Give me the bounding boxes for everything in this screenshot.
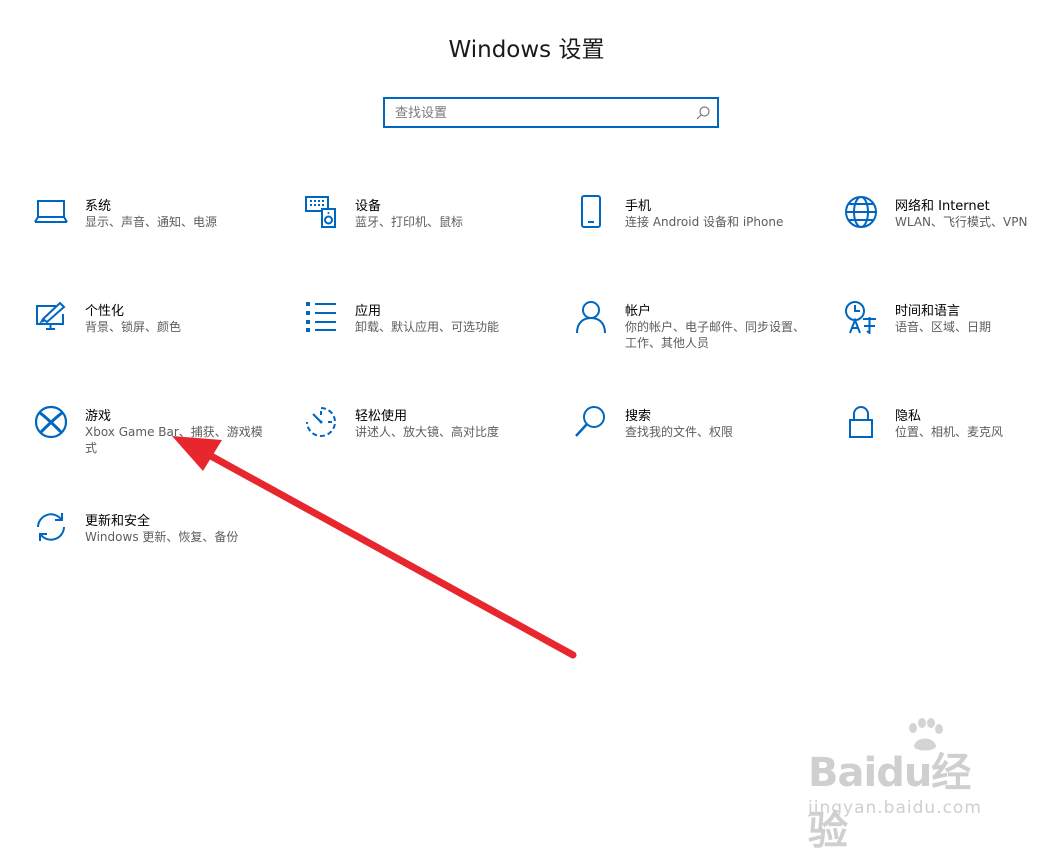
tile-label: 轻松使用 [355,409,408,424]
tile-label: 更新和安全 [85,514,151,529]
tile-update-security[interactable]: 更新和安全 Windows 更新、恢复、备份 [34,510,269,580]
tile-label: 个性化 [85,304,125,319]
search-box[interactable] [383,97,719,128]
tile-description: 连接 Android 设备和 iPhone [625,215,784,229]
tile-label: 应用 [355,304,382,319]
tile-label: 搜索 [625,409,652,424]
tile-description: 卸载、默认应用、可选功能 [355,320,500,334]
tile-description: 语音、区域、日期 [895,320,992,334]
tile-personalization[interactable]: 个性化 背景、锁屏、颜色 [34,300,269,370]
xbox-icon [34,405,68,439]
tile-description: 你的帐户、电子邮件、同步设置、工作、其他人员 [625,320,806,350]
person-icon [574,300,608,334]
tile-description: 显示、声音、通知、电源 [85,215,218,229]
sync-icon [34,510,68,544]
tile-description: 查找我的文件、权限 [625,425,734,439]
tile-label: 手机 [625,199,652,214]
paint-monitor-icon [34,300,68,334]
tile-network-internet[interactable]: 网络和 Internet WLAN、飞行模式、VPN [844,195,1053,265]
tile-search[interactable]: 搜索 查找我的文件、权限 [574,405,809,475]
tile-devices[interactable]: 设备 蓝牙、打印机、鼠标 [304,195,539,265]
tile-description: 蓝牙、打印机、鼠标 [355,215,464,229]
search-magnifier-icon [574,405,608,439]
tile-label: 隐私 [895,409,922,424]
ease-of-access-icon [304,405,338,439]
tile-system[interactable]: 系统 显示、声音、通知、电源 [34,195,269,265]
tile-label: 设备 [355,199,382,214]
tile-label: 帐户 [625,304,652,319]
watermark: Baidu经验 jingyan.baidu.com [808,718,1008,854]
laptop-icon [34,195,68,229]
watermark-logo: Baidu经验 [808,750,971,854]
page-title: Windows 设置 [448,37,605,63]
tile-phone[interactable]: 手机 连接 Android 设备和 iPhone [574,195,809,265]
tile-label: 系统 [85,199,112,214]
tile-apps[interactable]: 应用 卸载、默认应用、可选功能 [304,300,539,370]
tile-description: 位置、相机、麦克风 [895,425,1004,439]
keyboard-speaker-icon [304,195,338,229]
tile-gaming[interactable]: 游戏 Xbox Game Bar、捕获、游戏模式 [34,405,269,475]
tile-label: 游戏 [85,409,112,424]
tile-accounts[interactable]: 帐户 你的帐户、电子邮件、同步设置、工作、其他人员 [574,300,809,370]
tile-description: WLAN、飞行模式、VPN [895,215,1028,229]
tile-label: 时间和语言 [895,304,961,319]
search-icon[interactable] [695,105,711,121]
tile-label: 网络和 Internet [895,199,990,214]
apps-list-icon [304,300,338,334]
watermark-url: jingyan.baidu.com [808,798,982,818]
time-language-icon [844,300,878,334]
tile-description: 背景、锁屏、颜色 [85,320,182,334]
tile-description: Windows 更新、恢复、备份 [85,530,239,544]
tile-time-language[interactable]: 时间和语言 语音、区域、日期 [844,300,1053,370]
tile-description: 讲述人、放大镜、高对比度 [355,425,500,439]
paw-logo-icon [909,718,943,751]
search-input[interactable] [395,102,685,124]
tile-description: Xbox Game Bar、捕获、游戏模式 [85,425,263,455]
lock-icon [844,405,878,439]
tile-privacy[interactable]: 隐私 位置、相机、麦克风 [844,405,1053,475]
phone-icon [574,195,608,229]
globe-icon [844,195,878,229]
tile-ease-of-access[interactable]: 轻松使用 讲述人、放大镜、高对比度 [304,405,539,475]
